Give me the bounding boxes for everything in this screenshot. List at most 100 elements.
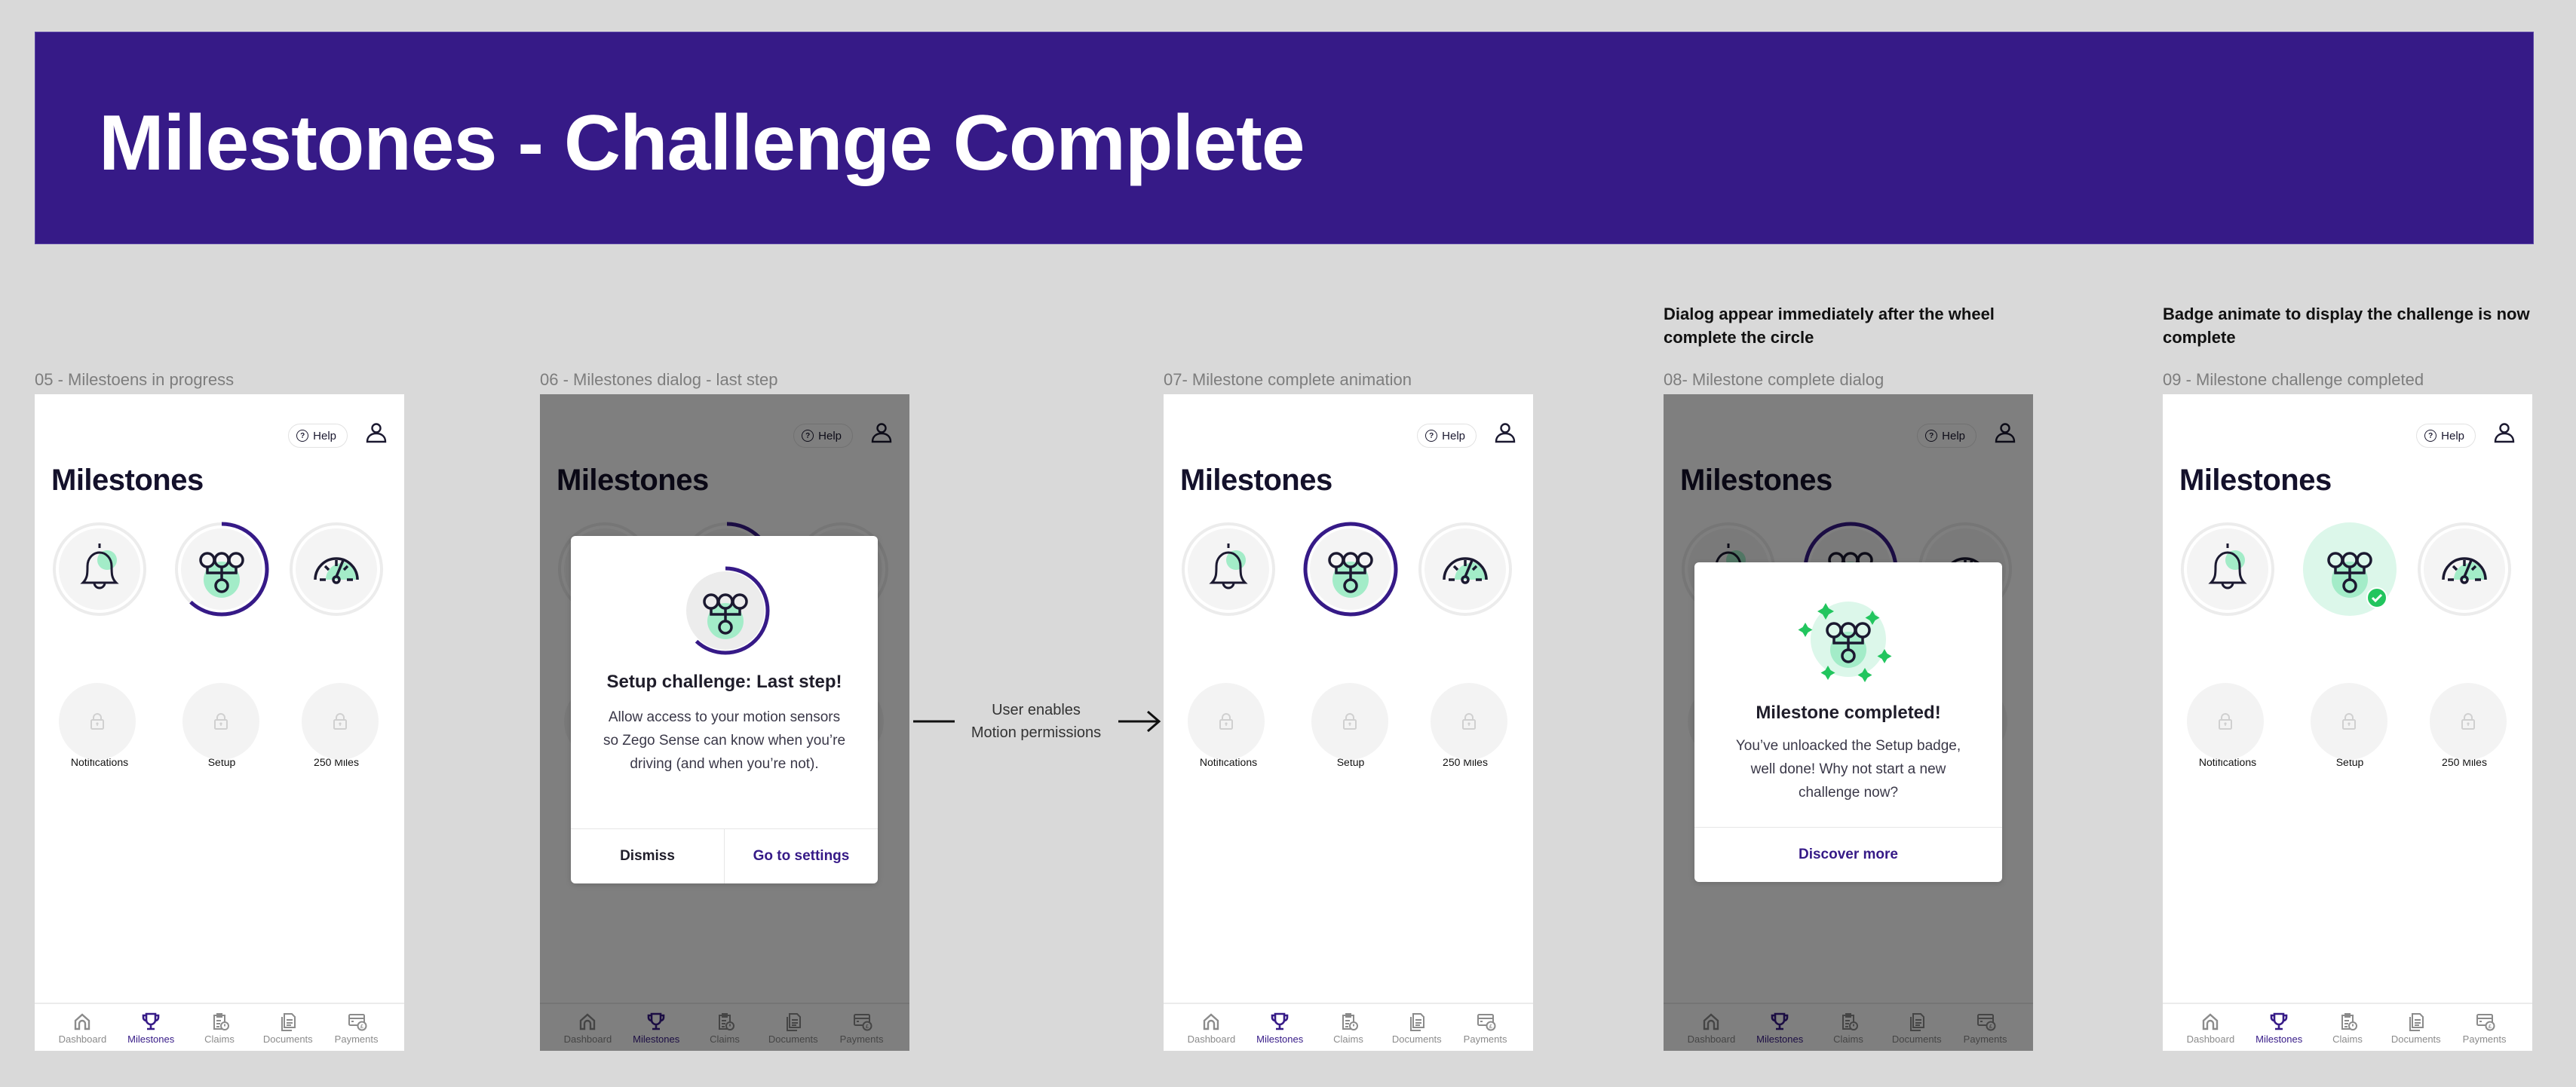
nav-item-dashboard[interactable]: Dashboard (52, 1011, 112, 1045)
svg-text:£: £ (360, 1024, 363, 1030)
locked-badge (2187, 683, 2264, 760)
badge-setup[interactable]: Setup (1303, 522, 1398, 768)
nav-item-payments[interactable]: £ Payments (327, 1011, 387, 1045)
bell-icon (1182, 522, 1275, 616)
setup-badge-celebration (1798, 602, 1892, 682)
bottom-nav: Dashboard Milestones Claims Documents £ … (1164, 1003, 1533, 1051)
nav-item-dashboard[interactable]: Dashboard (2180, 1011, 2240, 1045)
dialog-body: You’ve unloacked the Setup badge, well d… (1735, 738, 1961, 801)
nav-item-payments[interactable]: £ Payments (2455, 1011, 2515, 1045)
claims-icon (1342, 1012, 1358, 1030)
help-button[interactable]: ? Help (2416, 424, 2476, 448)
trophy-icon (142, 1012, 160, 1030)
home-icon (1204, 1012, 1219, 1030)
page-title: Milestones (1180, 464, 1332, 497)
badge-250-miles[interactable]: 250 Miles (290, 522, 383, 768)
question-circle-icon: ? (2424, 430, 2437, 442)
note-dialog-timing: Dialog appear immediately after the whee… (1664, 305, 1995, 347)
nav-label: Dashboard (58, 1033, 107, 1045)
svg-text:£: £ (1489, 1024, 1492, 1030)
nav-label: Documents (2390, 1033, 2441, 1045)
svg-text:£: £ (2489, 1024, 2492, 1030)
user-icon[interactable] (1494, 421, 1516, 444)
nav-label: Claims (204, 1033, 235, 1045)
flow-text-line1: User enables (992, 702, 1081, 718)
nav-item-documents[interactable]: Documents (2386, 1011, 2446, 1045)
dismiss-button[interactable]: Dismiss (571, 829, 724, 883)
nav-label: Dashboard (1187, 1033, 1236, 1045)
note-badge-animation: Badge animate to display the challenge i… (2163, 305, 2530, 347)
lock-icon (333, 713, 347, 730)
discover-more-button[interactable]: Discover more (1694, 828, 2002, 882)
check-icon (2366, 587, 2387, 608)
frame-label-07: 07- Milestone complete animation (1164, 370, 1412, 389)
nav-label: Milestones (1256, 1033, 1304, 1045)
dialog-title: Milestone completed! (1756, 703, 1941, 723)
locked-badge (182, 683, 259, 760)
flow-annotation: User enables Motion permissions (949, 699, 1123, 744)
badge-250-miles[interactable]: 250 Miles (1418, 522, 1512, 768)
user-icon[interactable] (365, 421, 388, 444)
speedometer-icon (1418, 522, 1512, 616)
bottom-nav: Dashboard Milestones Claims Documents £ … (2163, 1003, 2532, 1051)
locked-badge (59, 683, 136, 760)
phone-frame-in-progress: ? Help Milestones Notifications Setup 25… (35, 394, 404, 1051)
nav-item-dashboard[interactable]: Dashboard (1181, 1011, 1241, 1045)
nav-item-payments[interactable]: £ Payments (1455, 1011, 1516, 1045)
locked-badge (1431, 683, 1507, 760)
go-to-settings-button[interactable]: Go to settings (724, 829, 878, 883)
help-button[interactable]: ? Help (1417, 424, 1477, 448)
locked-badge (2311, 683, 2387, 760)
nav-label: Claims (1333, 1033, 1363, 1045)
lock-icon (2342, 713, 2356, 730)
banner-title: Milestones - Challenge Complete (99, 100, 1305, 187)
frame-label-08: 08- Milestone complete dialog (1664, 370, 1884, 389)
setup-tree-icon (174, 522, 269, 617)
help-button[interactable]: ? Help (288, 424, 348, 448)
help-label: Help (1442, 429, 1465, 442)
nav-item-documents[interactable]: Documents (1387, 1011, 1447, 1045)
badge-notifications[interactable]: Notifications (2181, 522, 2274, 768)
documents-icon (281, 1012, 296, 1031)
badge-notifications[interactable]: Notifications (53, 522, 146, 768)
milestone-completed-dialog: Milestone completed! You’ve unloacked th… (1694, 562, 2002, 882)
setup-tree-icon (1303, 522, 1398, 617)
nav-label: Documents (1391, 1033, 1442, 1045)
lock-icon (1219, 713, 1233, 730)
last-step-dialog: Setup challenge: Last step! Allow access… (571, 536, 878, 883)
locked-badge (2430, 683, 2507, 760)
setup-tree-icon (2303, 522, 2397, 616)
frame-label-09: 09 - Milestone challenge completed (2163, 370, 2424, 389)
badge-250-miles[interactable]: 250 Miles (2418, 522, 2511, 768)
frame-label-06: 06 - Milestones dialog - last step (540, 370, 778, 389)
dialog-actions: Dismiss Go to settings (571, 828, 878, 883)
nav-item-documents[interactable]: Documents (258, 1011, 318, 1045)
badge-setup[interactable]: Setup (2303, 522, 2397, 768)
phone-frame-complete-animation: ? Help Milestones Notifications Setup 25… (1164, 394, 1533, 1051)
question-circle-icon: ? (1425, 430, 1438, 442)
help-label: Help (313, 429, 336, 442)
nav-item-claims[interactable]: Claims (189, 1011, 250, 1045)
nav-label: Milestones (127, 1033, 175, 1045)
home-icon (75, 1012, 90, 1030)
user-icon[interactable] (2493, 421, 2516, 444)
nav-item-milestones[interactable]: Milestones (2249, 1011, 2309, 1045)
page-title: Milestones (51, 464, 204, 497)
badge-setup[interactable]: Setup (174, 522, 269, 768)
dialog-body: Allow access to your motion sensors so Z… (603, 709, 846, 772)
locked-badge (302, 683, 379, 760)
nav-item-claims[interactable]: Claims (1318, 1011, 1378, 1045)
badge-notifications[interactable]: Notifications (1182, 522, 1275, 768)
trophy-icon (2270, 1012, 2288, 1030)
bottom-nav: Dashboard Milestones Claims Documents £ … (35, 1003, 404, 1051)
nav-label: Milestones (2256, 1033, 2303, 1045)
nav-item-milestones[interactable]: Milestones (121, 1011, 181, 1045)
lock-icon (214, 713, 228, 730)
nav-item-claims[interactable]: Claims (2317, 1011, 2378, 1045)
frame-label-05: 05 - Milestoens in progress (35, 370, 235, 389)
phone-frame-challenge-completed: ? Help Milestones Notifications Setup 25… (2163, 394, 2532, 1051)
title-banner: Milestones - Challenge Complete (35, 32, 2534, 244)
nav-item-milestones[interactable]: Milestones (1250, 1011, 1310, 1045)
bell-icon (53, 522, 146, 616)
arrow-right-icon (1118, 710, 1161, 733)
